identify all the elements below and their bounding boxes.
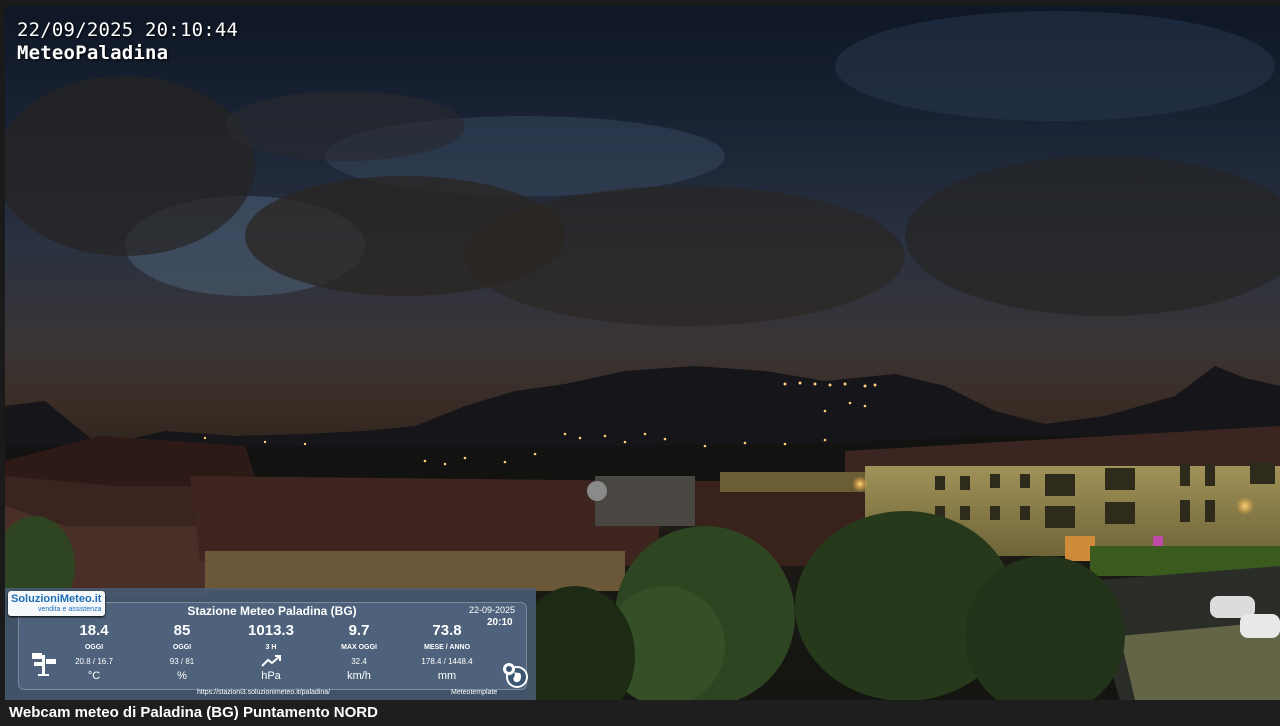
station-url[interactable]: https://stazioni3.soluzionimeteo.it/pala…: [197, 689, 330, 696]
cloud: [905, 156, 1280, 316]
building-wall: [205, 551, 625, 591]
cloud: [5, 76, 255, 256]
trend-up-icon: [261, 655, 281, 667]
rain-label: MESE / ANNO: [423, 644, 471, 651]
cloud: [465, 186, 905, 326]
humidity-minmax: 93 / 81: [169, 657, 195, 666]
panel-date: 22-09-2025: [468, 605, 516, 615]
logo-text: SoluzioniMeteo.it: [11, 593, 102, 605]
station-title: Stazione Meteo Paladina (BG): [187, 604, 357, 618]
soluzionimeteo-logo: SoluzioniMeteo.it vendita e assistenza: [8, 591, 105, 616]
webcam-timestamp: 22/09/2025 20:10:44: [17, 19, 239, 41]
cloud: [225, 91, 465, 161]
rain-unit: mm: [437, 670, 457, 682]
wind-max: 32.4: [351, 657, 367, 666]
logo-subtext: vendita e assistenza: [38, 606, 102, 613]
humidity-value: 85: [173, 622, 191, 639]
pressure-label: 3 H: [265, 644, 277, 651]
temperature-minmax: 20.8 / 16.7: [75, 657, 113, 666]
satellite-dish: [587, 481, 607, 501]
rain-value: 73.8: [432, 622, 462, 639]
webcam-caption: Webcam meteo di Paladina (BG) Puntamento…: [0, 700, 1280, 726]
temperature-label: OGGI: [84, 644, 104, 651]
sky-patch: [835, 11, 1275, 121]
street-light: [1236, 497, 1254, 515]
globe-icon: [503, 663, 528, 688]
wind-label: MAX OGGI: [341, 644, 377, 651]
weather-station-panel: SoluzioniMeteo.it vendita e assistenza S…: [5, 588, 536, 700]
webcam-station-name: MeteoPaladina: [17, 42, 169, 64]
temperature-value: 18.4: [79, 622, 109, 639]
meteotemplate-credit: Meteotemplate: [451, 689, 498, 696]
wind-value: 9.7: [348, 622, 370, 639]
humidity-unit: %: [177, 670, 187, 682]
humidity-label: OGGI: [172, 644, 192, 651]
pressure-unit: hPa: [261, 670, 281, 682]
pressure-value: 1013.3: [248, 622, 294, 639]
parked-car: [1240, 614, 1280, 638]
weather-station-icon: [32, 653, 56, 676]
street-light: [852, 476, 868, 492]
wind-unit: km/h: [347, 670, 371, 682]
rain-month-year: 178.4 / 1448.4: [421, 657, 473, 666]
temperature-unit: °C: [87, 670, 101, 682]
building-wall: [595, 476, 695, 526]
